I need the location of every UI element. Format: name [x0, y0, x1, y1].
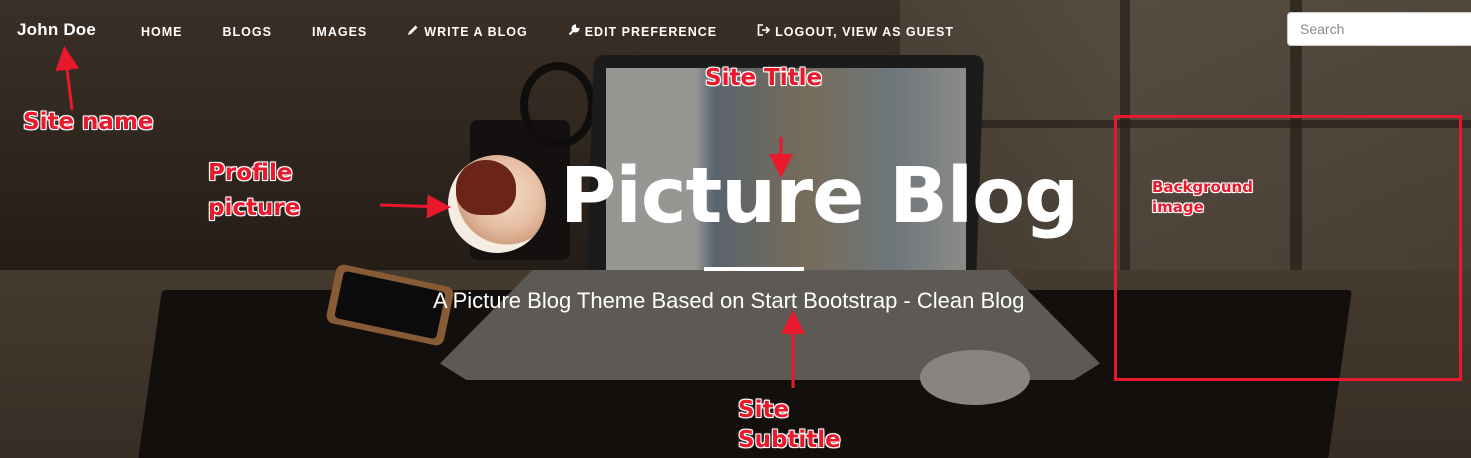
- annotation-background-image-line2: image: [1152, 198, 1204, 216]
- annotation-profile-picture-line1: Profile: [208, 160, 293, 186]
- annotation-background-image-line1: Background: [1152, 178, 1253, 196]
- annotation-site-subtitle-line2: Subtitle: [738, 427, 841, 453]
- annotation-profile-picture-line2: picture: [208, 195, 301, 221]
- annotation-site-title: Site Title: [705, 65, 823, 91]
- site-name-arrow: [55, 46, 80, 111]
- annotation-site-subtitle-line1: Site: [738, 397, 790, 423]
- annotation-site-name: Site name: [23, 109, 154, 135]
- profile-picture-arrow: [379, 194, 451, 219]
